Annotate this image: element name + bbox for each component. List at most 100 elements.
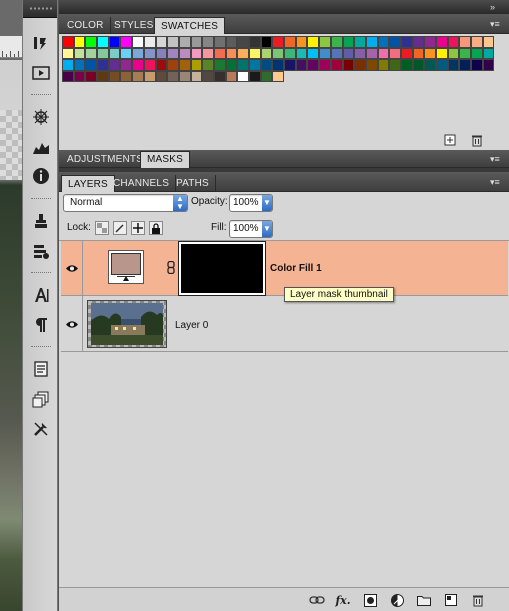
panel-menu-icon[interactable]: ▾≡ bbox=[490, 154, 504, 164]
color-swatch[interactable] bbox=[73, 70, 86, 82]
color-swatch[interactable] bbox=[424, 59, 436, 71]
color-swatch[interactable] bbox=[447, 59, 460, 71]
color-swatch[interactable] bbox=[155, 47, 168, 59]
color-swatch[interactable] bbox=[213, 36, 226, 48]
color-swatch[interactable] bbox=[108, 70, 121, 82]
color-swatch[interactable] bbox=[365, 47, 378, 59]
color-swatch[interactable] bbox=[178, 47, 191, 59]
color-swatch[interactable] bbox=[62, 36, 74, 48]
color-swatch[interactable] bbox=[178, 36, 191, 48]
color-swatch[interactable] bbox=[412, 47, 425, 59]
color-swatch[interactable] bbox=[260, 59, 273, 71]
actions-icon[interactable] bbox=[29, 62, 53, 84]
color-swatch[interactable] bbox=[62, 47, 74, 59]
new-swatch-icon[interactable] bbox=[443, 133, 457, 147]
color-swatch[interactable] bbox=[190, 36, 203, 48]
color-swatch[interactable] bbox=[225, 70, 238, 82]
color-swatch[interactable] bbox=[307, 36, 320, 48]
histogram-icon[interactable] bbox=[29, 136, 53, 158]
color-swatch[interactable] bbox=[295, 47, 308, 59]
trash-icon[interactable] bbox=[470, 133, 484, 147]
color-swatch[interactable] bbox=[202, 47, 214, 59]
lock-position-icon[interactable] bbox=[131, 221, 145, 235]
color-swatch[interactable] bbox=[459, 36, 472, 48]
tool-presets-icon[interactable] bbox=[29, 240, 53, 262]
blend-mode-select[interactable]: Normal ▲ ▼ bbox=[63, 194, 188, 212]
color-swatch[interactable] bbox=[132, 59, 144, 71]
add-mask-icon[interactable] bbox=[361, 592, 379, 608]
tab-adjustments[interactable]: ADJUSTMENTS bbox=[61, 152, 151, 168]
color-swatch[interactable] bbox=[62, 59, 74, 71]
color-swatch[interactable] bbox=[73, 59, 86, 71]
color-swatch[interactable] bbox=[389, 47, 401, 59]
color-swatch[interactable] bbox=[213, 47, 226, 59]
link-layers-icon[interactable] bbox=[308, 592, 326, 608]
color-swatch[interactable] bbox=[225, 59, 238, 71]
color-swatch[interactable] bbox=[424, 36, 436, 48]
link-icon[interactable] bbox=[167, 260, 175, 277]
lock-transparent-icon[interactable] bbox=[95, 221, 109, 235]
color-swatch[interactable] bbox=[85, 47, 98, 59]
color-swatch[interactable] bbox=[85, 70, 98, 82]
color-swatch[interactable] bbox=[202, 59, 214, 71]
color-swatch[interactable] bbox=[155, 36, 168, 48]
color-swatch[interactable] bbox=[459, 47, 472, 59]
color-swatch[interactable] bbox=[167, 59, 179, 71]
tools-icon[interactable] bbox=[29, 418, 53, 440]
color-swatch[interactable] bbox=[120, 59, 133, 71]
color-swatch[interactable] bbox=[365, 36, 378, 48]
color-swatch[interactable] bbox=[482, 36, 495, 48]
color-swatch[interactable] bbox=[272, 59, 285, 71]
color-swatch[interactable] bbox=[260, 47, 273, 59]
color-swatch[interactable] bbox=[330, 36, 343, 48]
layer-row-layer-0[interactable]: Layer 0 bbox=[61, 296, 508, 352]
color-swatch[interactable] bbox=[307, 47, 320, 59]
tab-masks[interactable]: MASKS bbox=[140, 151, 191, 168]
visibility-eye-icon[interactable] bbox=[61, 241, 83, 296]
color-swatch[interactable] bbox=[143, 36, 156, 48]
fx-icon[interactable]: fx. bbox=[334, 592, 352, 608]
color-swatch[interactable] bbox=[73, 47, 86, 59]
layer-thumbnail[interactable] bbox=[87, 300, 167, 348]
color-swatch[interactable] bbox=[330, 47, 343, 59]
color-swatch[interactable] bbox=[132, 47, 144, 59]
panel-menu-icon[interactable]: ▾≡ bbox=[490, 177, 504, 187]
opacity-field[interactable]: 100% ▼ bbox=[229, 194, 273, 212]
lock-all-icon[interactable] bbox=[149, 221, 163, 235]
panel-menu-icon[interactable]: ▾≡ bbox=[490, 19, 504, 29]
color-swatch[interactable] bbox=[284, 47, 296, 59]
color-swatch[interactable] bbox=[155, 59, 168, 71]
tab-swatches[interactable]: SWATCHES bbox=[154, 17, 226, 34]
color-swatch[interactable] bbox=[272, 70, 285, 82]
notes-icon[interactable] bbox=[29, 358, 53, 380]
collapse-icon[interactable]: » bbox=[490, 2, 504, 12]
color-swatch[interactable] bbox=[389, 36, 401, 48]
color-swatch[interactable] bbox=[377, 59, 390, 71]
color-swatch[interactable] bbox=[237, 36, 249, 48]
color-swatch[interactable] bbox=[307, 59, 320, 71]
info-icon[interactable] bbox=[29, 165, 53, 187]
color-swatch[interactable] bbox=[482, 59, 495, 71]
color-swatch[interactable] bbox=[319, 36, 331, 48]
paragraph-icon[interactable] bbox=[29, 314, 53, 336]
color-swatch[interactable] bbox=[412, 59, 425, 71]
color-swatch[interactable] bbox=[190, 59, 203, 71]
color-swatch[interactable] bbox=[295, 36, 308, 48]
color-swatch[interactable] bbox=[459, 59, 472, 71]
color-swatch[interactable] bbox=[471, 59, 483, 71]
adjustment-layer-icon[interactable] bbox=[388, 592, 406, 608]
visibility-eye-icon[interactable] bbox=[61, 296, 83, 352]
color-swatch[interactable] bbox=[178, 59, 191, 71]
color-swatch[interactable] bbox=[213, 59, 226, 71]
color-swatch[interactable] bbox=[471, 47, 483, 59]
layer-name[interactable]: Layer 0 bbox=[175, 320, 208, 331]
color-swatch[interactable] bbox=[249, 59, 261, 71]
color-swatch[interactable] bbox=[389, 59, 401, 71]
lock-pixels-icon[interactable] bbox=[113, 221, 127, 235]
color-swatch[interactable] bbox=[155, 70, 168, 82]
color-swatch[interactable] bbox=[284, 59, 296, 71]
color-swatch[interactable] bbox=[400, 59, 413, 71]
dock-title-bar[interactable] bbox=[23, 0, 57, 18]
color-swatch[interactable] bbox=[471, 36, 483, 48]
color-swatch[interactable] bbox=[85, 36, 98, 48]
